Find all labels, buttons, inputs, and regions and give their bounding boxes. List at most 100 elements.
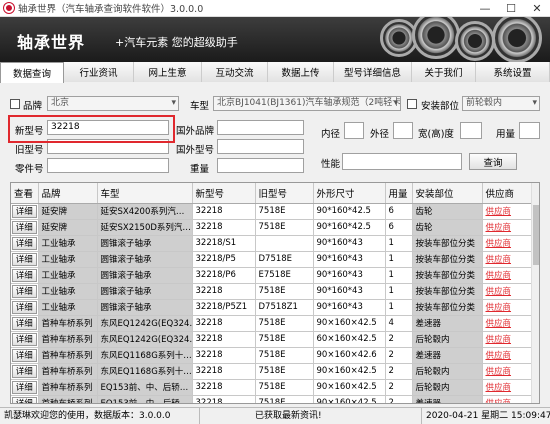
tab-data-upload[interactable]: 数据上传 (268, 62, 334, 82)
detail-cell[interactable]: 详细 (11, 363, 39, 380)
inner-diameter-input[interactable] (344, 122, 364, 139)
detail-cell[interactable]: 详细 (11, 203, 39, 220)
detail-button[interactable]: 详细 (12, 252, 37, 266)
quantity-cell: 2 (385, 363, 413, 380)
table-row[interactable]: 详细 工业轴承 圆锥滚子轴承 32218 7518E 90*160*43 1 按装车部位分类供… (11, 283, 537, 300)
tab-interaction[interactable]: 互动交流 (202, 62, 268, 82)
install-position-cell: 按装车部位分类 (412, 235, 483, 252)
foreign-model-label: 国外型号 (176, 145, 215, 156)
detail-cell[interactable]: 详细 (11, 331, 39, 348)
table-row[interactable]: 详细 工业轴承 圆锥滚子轴承 32218/P5 D7518E 90*160*43 1 按装车部… (11, 251, 537, 268)
foreign-model-input[interactable] (217, 139, 304, 154)
table-row[interactable]: 详细 首种车桥系列 EQ153前、中、后轿… 32218 7518E 90×160×42.… (11, 379, 537, 396)
column-header[interactable]: 查看 (11, 183, 39, 204)
supplier-link[interactable]: 供应商 (482, 379, 537, 396)
table-row[interactable]: 详细 首种车桥系列 东风EQ1168G系列十… 32218 7518E 90×160×42… (11, 347, 537, 364)
vehicle-model-cell: EQ153前、中、后轿… (97, 379, 193, 396)
detail-cell[interactable]: 详细 (11, 299, 39, 316)
outer-diameter-input[interactable] (393, 122, 413, 139)
detail-button[interactable]: 详细 (12, 220, 37, 234)
position-checkbox[interactable] (407, 99, 417, 109)
performance-input[interactable] (342, 153, 462, 170)
model-select[interactable]: 北京BJ1041(BJ1361)汽车轴承规范（2吨轻卡） (213, 96, 401, 111)
tab-about-us[interactable]: 关于我们 (412, 62, 476, 82)
table-row[interactable]: 详细 首种车桥系列 东风EQ1168G系列十… 32218 7518E 90×160×42… (11, 363, 537, 380)
column-header[interactable]: 安装部位 (412, 183, 483, 204)
quantity-cell: 1 (385, 299, 413, 316)
detail-cell[interactable]: 详细 (11, 315, 39, 332)
supplier-link[interactable]: 供应商 (482, 331, 537, 348)
column-header[interactable]: 新型号 (192, 183, 256, 204)
column-header[interactable]: 车型 (97, 183, 193, 204)
column-header[interactable]: 用量 (385, 183, 413, 204)
detail-button[interactable]: 详细 (12, 268, 37, 282)
brand-select[interactable]: 北京 (47, 96, 179, 111)
detail-button[interactable]: 详细 (12, 204, 37, 218)
detail-cell[interactable]: 详细 (11, 395, 39, 403)
table-row[interactable]: 详细 延安牌 延安SX4200系列汽… 32218 7518E 90*160*42.5 6 齿… (11, 203, 537, 220)
supplier-link[interactable]: 供应商 (482, 235, 537, 252)
window-controls: — ☐ ✕ (472, 0, 550, 17)
supplier-link[interactable]: 供应商 (482, 251, 537, 268)
quantity-input[interactable] (519, 122, 540, 139)
minimize-button[interactable]: — (472, 0, 498, 17)
detail-cell[interactable]: 详细 (11, 347, 39, 364)
supplier-link[interactable]: 供应商 (482, 395, 537, 403)
supplier-link[interactable]: 供应商 (482, 363, 537, 380)
dimensions-cell: 90*160*42.5 (313, 219, 386, 236)
detail-cell[interactable]: 详细 (11, 379, 39, 396)
detail-button[interactable]: 详细 (12, 380, 37, 394)
part-number-input[interactable] (47, 158, 169, 173)
width-input[interactable] (460, 122, 482, 139)
tab-industry-news[interactable]: 行业资讯 (64, 62, 134, 82)
tab-settings[interactable]: 系统设置 (476, 62, 550, 82)
table-row[interactable]: 详细 首种车桥系列 EQ153前、中、后轿… 32218 7518E 90×160×42.… (11, 395, 537, 403)
detail-cell[interactable]: 详细 (11, 219, 39, 236)
column-header[interactable]: 供应商 (482, 183, 537, 204)
foreign-brand-input[interactable] (217, 120, 304, 135)
tab-model-details[interactable]: 型号详细信息 (334, 62, 412, 82)
supplier-link[interactable]: 供应商 (482, 299, 537, 316)
supplier-link[interactable]: 供应商 (482, 203, 537, 220)
quantity-cell: 2 (385, 331, 413, 348)
table-row[interactable]: 详细 工业轴承 圆锥滚子轴承 32218/P6 E7518E 90*160*43 1 按装车部… (11, 267, 537, 284)
supplier-link[interactable]: 供应商 (482, 347, 537, 364)
column-header[interactable]: 外形尺寸 (313, 183, 386, 204)
weight-input[interactable] (217, 158, 304, 173)
maximize-button[interactable]: ☐ (498, 0, 524, 17)
old-model-cell (255, 235, 314, 252)
tab-data-query[interactable]: 数据查询 (0, 62, 64, 83)
detail-cell[interactable]: 详细 (11, 267, 39, 284)
supplier-link[interactable]: 供应商 (482, 315, 537, 332)
detail-button[interactable]: 详细 (12, 364, 37, 378)
brand-checkbox[interactable] (10, 99, 20, 109)
scrollbar-thumb[interactable] (533, 205, 539, 265)
detail-button[interactable]: 详细 (12, 300, 37, 314)
supplier-link[interactable]: 供应商 (482, 283, 537, 300)
supplier-link[interactable]: 供应商 (482, 267, 537, 284)
column-header[interactable]: 品牌 (38, 183, 98, 204)
table-row[interactable]: 详细 工业轴承 圆锥滚子轴承 32218/P5Z1 D7518Z1 90*160*43 1 按… (11, 299, 537, 316)
detail-cell[interactable]: 详细 (11, 283, 39, 300)
detail-button[interactable]: 详细 (12, 332, 37, 346)
column-header[interactable]: 旧型号 (255, 183, 314, 204)
detail-button[interactable]: 详细 (12, 396, 37, 403)
position-select[interactable]: 前轮毂内 (462, 96, 540, 111)
query-button[interactable]: 查询 (469, 153, 517, 170)
detail-button[interactable]: 详细 (12, 236, 37, 250)
table-row[interactable]: 详细 首种车桥系列 东风EQ1242G(EQ324… 32218 7518E 90×160… (11, 315, 537, 332)
vertical-scrollbar[interactable] (531, 183, 539, 403)
table-row[interactable]: 详细 首种车桥系列 东风EQ1242G(EQ324… 32218 7518E 60×160… (11, 331, 537, 348)
detail-button[interactable]: 详细 (12, 284, 37, 298)
detail-cell[interactable]: 详细 (11, 251, 39, 268)
dimensions-cell: 90*160*43 (313, 283, 386, 300)
tab-online-business[interactable]: 网上生意 (134, 62, 202, 82)
table-row[interactable]: 详细 延安牌 延安SX2150D系列汽… 32218 7518E 90*160*42.5 6… (11, 219, 537, 236)
table-row[interactable]: 详细 工业轴承 圆锥滚子轴承 32218/S1 90*160*43 1 按装车部位分类 供应商 (11, 235, 537, 252)
detail-button[interactable]: 详细 (12, 348, 37, 362)
detail-cell[interactable]: 详细 (11, 235, 39, 252)
supplier-link[interactable]: 供应商 (482, 219, 537, 236)
detail-button[interactable]: 详细 (12, 316, 37, 330)
new-model-cell: 32218 (192, 363, 256, 380)
close-button[interactable]: ✕ (524, 0, 550, 17)
